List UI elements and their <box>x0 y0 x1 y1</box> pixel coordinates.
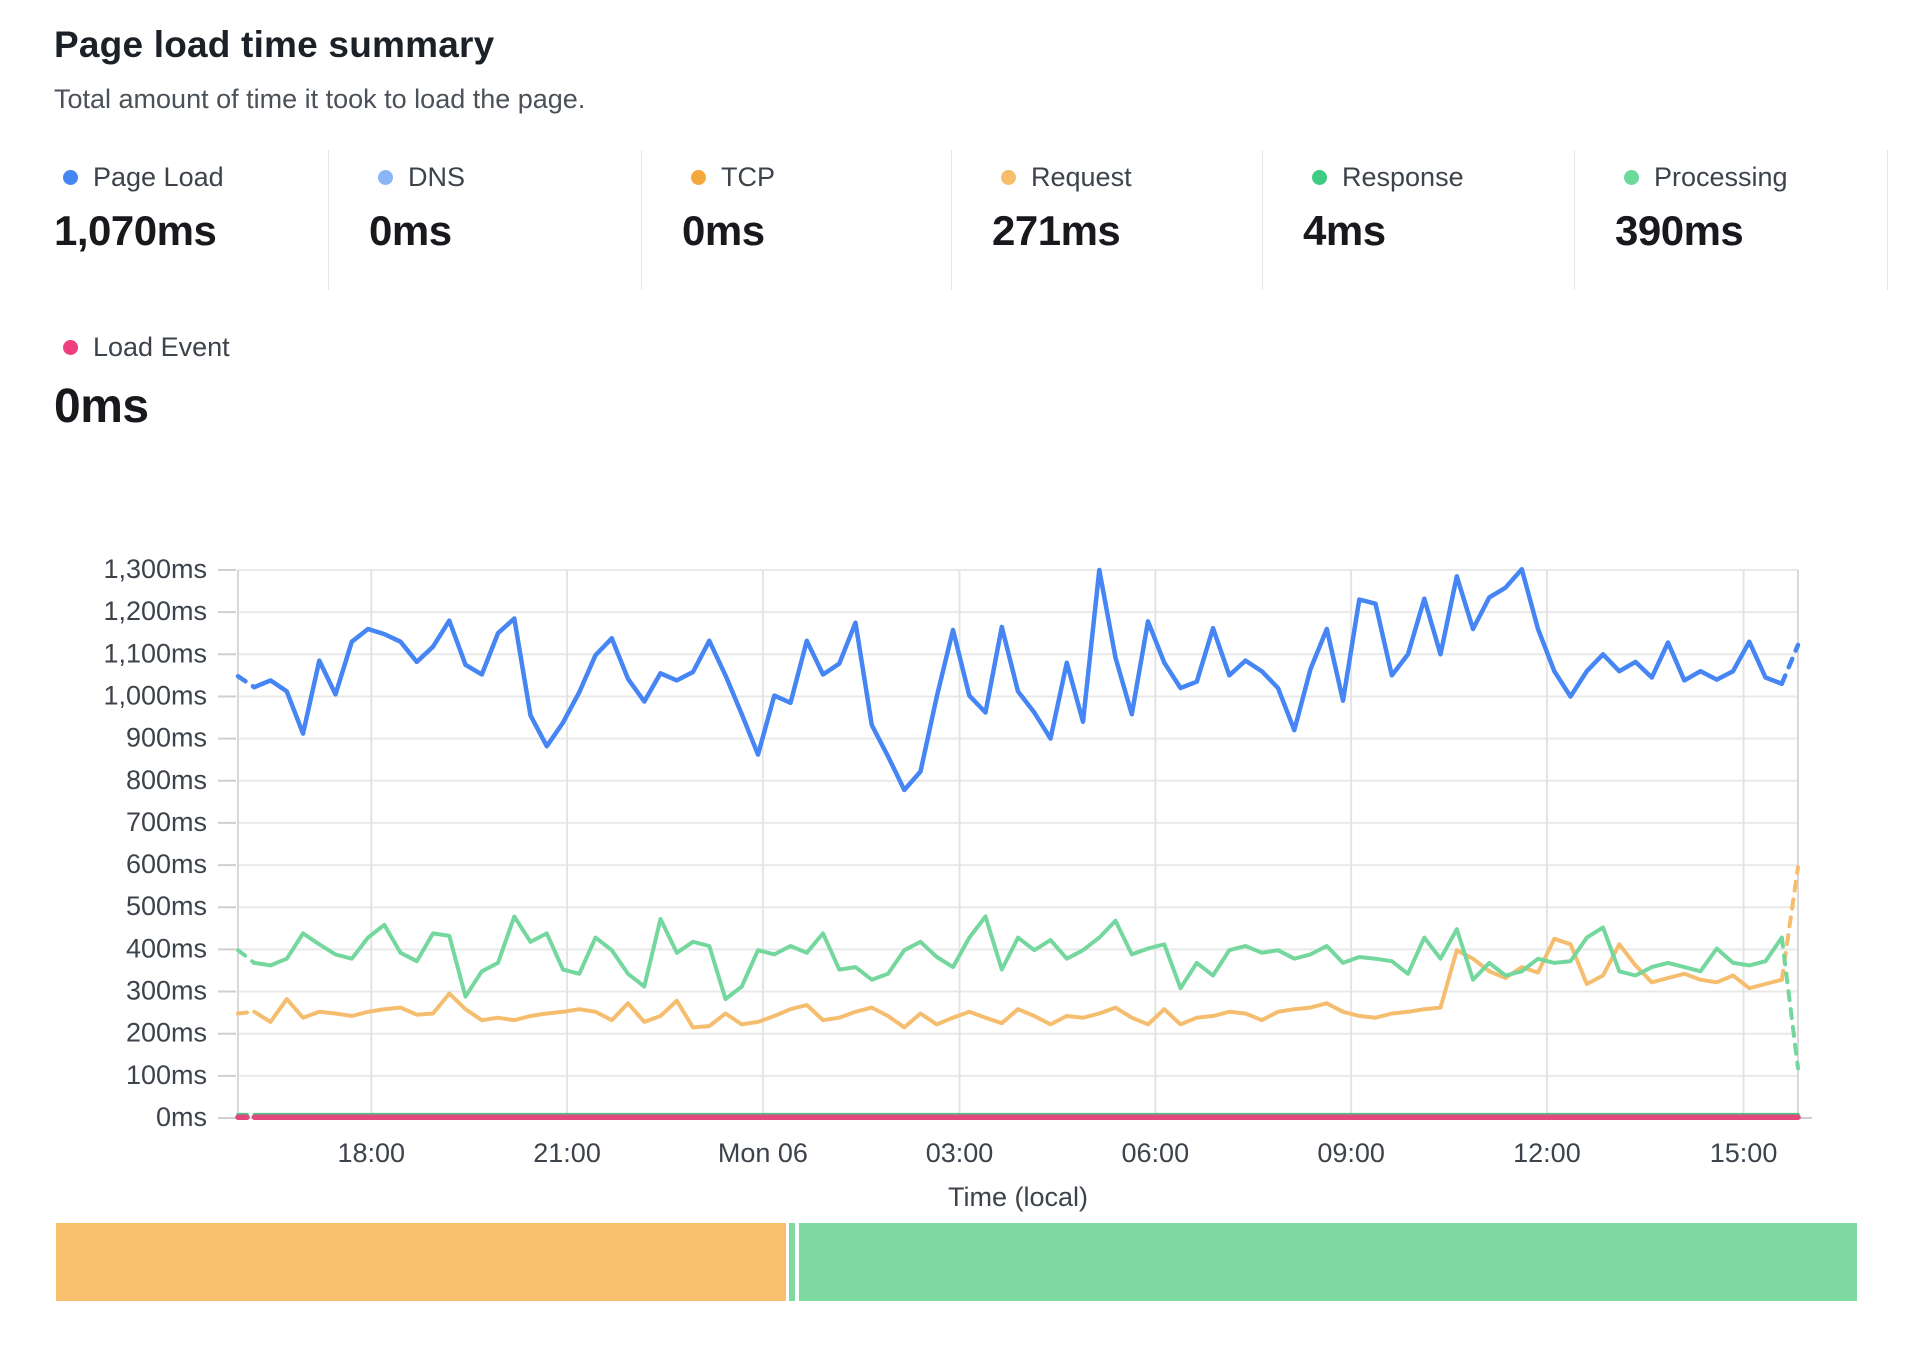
legend-dot <box>691 170 706 185</box>
x-tick-label: 18:00 <box>337 1138 405 1168</box>
stat-dns: DNS 0ms <box>329 150 642 290</box>
stat-request: Request 271ms <box>952 150 1263 290</box>
legend-stats-row: Page Load 1,070ms DNS 0ms TCP 0ms Request 271ms… <box>54 150 1888 290</box>
series-line-page-load-dashed <box>238 676 254 687</box>
y-tick-label: 1,200ms <box>103 596 207 626</box>
stat-value: 1,070ms <box>54 207 328 255</box>
y-tick-label: 100ms <box>126 1060 207 1090</box>
x-tick-label: 15:00 <box>1710 1138 1778 1168</box>
y-tick-label: 1,300ms <box>103 554 207 584</box>
stat-processing: Processing 390ms <box>1575 150 1888 290</box>
stat-value: 271ms <box>992 207 1262 255</box>
x-tick-label: Mon 06 <box>718 1138 808 1168</box>
stat-label: Request <box>1031 162 1132 193</box>
stat-value: 390ms <box>1615 207 1887 255</box>
x-tick-label: 21:00 <box>533 1138 601 1168</box>
x-tick-label: 06:00 <box>1122 1138 1190 1168</box>
page-subtitle: Total amount of time it took to load the… <box>54 84 585 115</box>
x-tick-label: 12:00 <box>1513 1138 1581 1168</box>
x-tick-label: 03:00 <box>926 1138 994 1168</box>
y-tick-label: 600ms <box>126 849 207 879</box>
x-axis-title: Time (local) <box>948 1182 1088 1212</box>
series-line-processing-dashed <box>1782 938 1798 1069</box>
stat-label: Load Event <box>93 332 230 363</box>
series-line-page-load <box>254 569 1782 790</box>
y-tick-label: 1,000ms <box>103 680 207 710</box>
y-tick-label: 0ms <box>156 1102 207 1132</box>
y-tick-label: 800ms <box>126 765 207 795</box>
page-load-summary-panel: { "header": { "title": "Page load time s… <box>0 0 1910 1352</box>
stat-load-event: Load Event 0ms <box>54 332 230 434</box>
status-bar-segment-operational[interactable] <box>799 1223 1857 1301</box>
series-line-processing <box>254 917 1782 1000</box>
x-tick-label: 09:00 <box>1317 1138 1385 1168</box>
legend-dot <box>378 170 393 185</box>
stat-label: DNS <box>408 162 465 193</box>
stat-label: Page Load <box>93 162 224 193</box>
y-tick-label: 900ms <box>126 723 207 753</box>
stat-tcp: TCP 0ms <box>642 150 952 290</box>
page-title: Page load time summary <box>54 24 494 66</box>
y-tick-label: 700ms <box>126 807 207 837</box>
y-tick-label: 400ms <box>126 933 207 963</box>
series-line-page-load-dashed <box>1782 645 1798 684</box>
legend-dot <box>63 170 78 185</box>
legend-dot <box>1624 170 1639 185</box>
stat-value: 0ms <box>682 207 951 255</box>
series-line-request-dashed <box>238 1012 254 1014</box>
stat-value: 4ms <box>1303 207 1574 255</box>
series-line-request <box>254 939 1782 1028</box>
y-tick-label: 300ms <box>126 976 207 1006</box>
page-load-time-chart[interactable]: 0ms 100ms 200ms 300ms 400ms 500ms 600ms 700ms 80… <box>0 440 1910 1220</box>
legend-dot <box>1001 170 1016 185</box>
y-tick-label: 1,100ms <box>103 638 207 668</box>
stat-value: 0ms <box>369 207 641 255</box>
stat-label: TCP <box>721 162 775 193</box>
stat-label: Processing <box>1654 162 1788 193</box>
y-tick-label: 500ms <box>126 891 207 921</box>
stat-value: 0ms <box>54 379 230 434</box>
status-bar-segment-degraded[interactable] <box>56 1223 786 1301</box>
stat-label: Response <box>1342 162 1464 193</box>
status-timeline-bar[interactable] <box>56 1223 1857 1301</box>
legend-dot <box>1312 170 1327 185</box>
series-line-processing-dashed <box>238 950 254 963</box>
stat-page-load: Page Load 1,070ms <box>54 150 329 290</box>
stat-response: Response 4ms <box>1263 150 1575 290</box>
y-tick-label: 200ms <box>126 1018 207 1048</box>
load-event-legend-dot <box>63 340 78 355</box>
